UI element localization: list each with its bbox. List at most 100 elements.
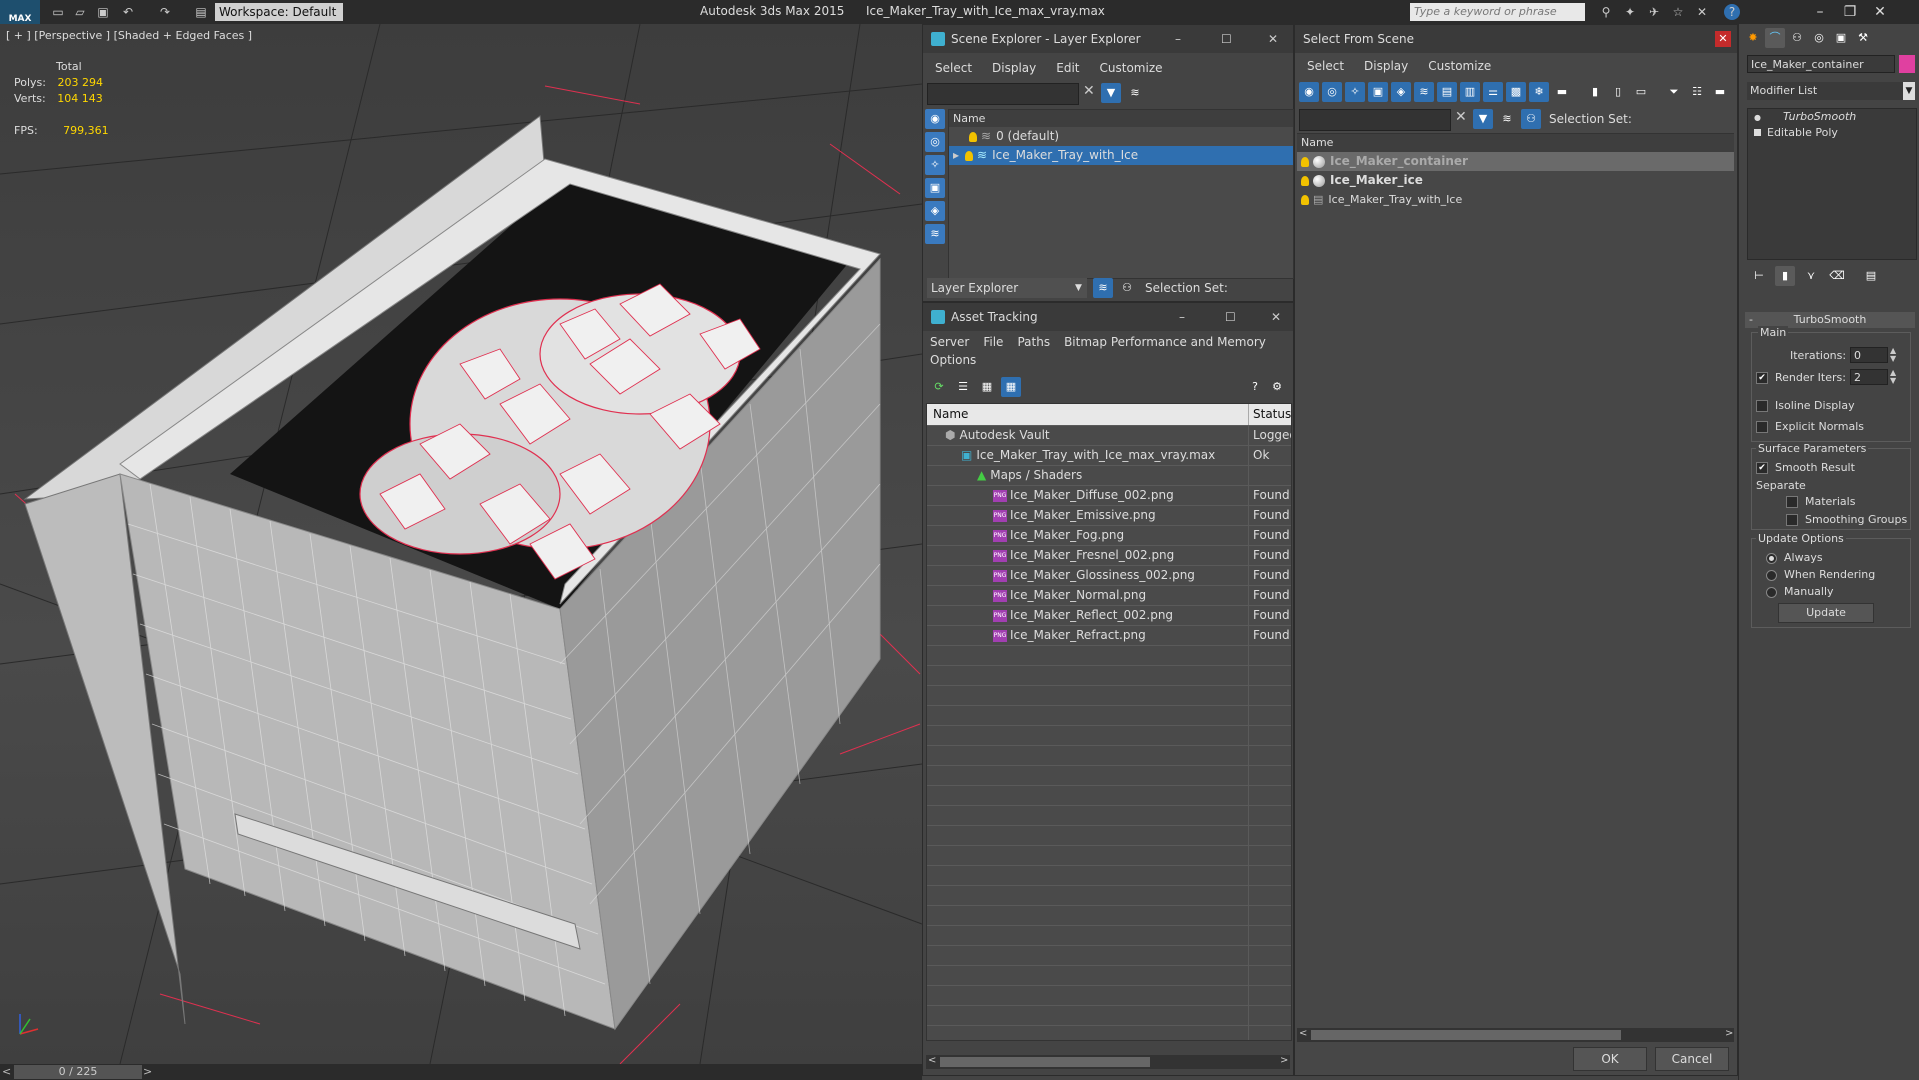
render-iters-checkbox[interactable]: ✔ — [1756, 372, 1768, 384]
select-invert-icon[interactable]: ▭ — [1631, 82, 1651, 102]
clear-search-icon[interactable]: ✕ — [1083, 83, 1095, 99]
scene-search-field[interactable] — [927, 83, 1079, 105]
menu-display[interactable]: Display — [992, 57, 1036, 79]
explorer-type-dropdown[interactable]: Layer Explorer ▼ — [927, 278, 1087, 298]
containers-filter-icon[interactable]: ▩ — [1506, 82, 1526, 102]
maximize-icon[interactable]: ☐ — [1225, 303, 1236, 331]
scene-explorer-titlebar[interactable]: Scene Explorer - Layer Explorer – ☐ ✕ — [923, 25, 1293, 53]
clear-search-icon[interactable]: ✕ — [1455, 109, 1467, 125]
modifier-list-dropdown[interactable]: Modifier List ▼ — [1747, 82, 1915, 100]
col-name-header[interactable]: Name — [927, 407, 968, 421]
project-folder-icon[interactable]: ▤ — [193, 4, 209, 20]
motion-tab-icon[interactable]: ◎ — [1809, 28, 1829, 48]
spinner-arrows-icon[interactable]: ▲ ▼ — [1890, 347, 1896, 363]
display-lights-icon[interactable]: ✧ — [925, 155, 945, 175]
thumbnail-view-icon[interactable]: ▦ — [977, 377, 997, 397]
hierarchy-filter-icon[interactable]: ☷ — [1687, 82, 1707, 102]
display-all-icon[interactable]: ▬ — [1552, 82, 1572, 102]
hierarchy-icon[interactable]: ⚇ — [1117, 278, 1137, 298]
light-bulb-icon[interactable] — [1301, 195, 1309, 205]
scroll-left-icon[interactable]: < — [928, 1055, 936, 1066]
display-tab-icon[interactable]: ▣ — [1831, 28, 1851, 48]
maximize-icon[interactable]: ☐ — [1221, 25, 1232, 53]
table-view-icon[interactable]: ▦ — [1001, 377, 1021, 397]
menu-paths[interactable]: Paths — [1017, 333, 1050, 351]
asset-horizontal-scrollbar[interactable]: < > — [926, 1055, 1290, 1069]
search-input[interactable]: Type a keyword or phrase — [1410, 3, 1585, 21]
communication-icon[interactable]: ✈ — [1646, 4, 1662, 20]
filter-icon[interactable]: ▼ — [1473, 109, 1493, 129]
explicit-normals-checkbox[interactable] — [1756, 421, 1768, 433]
workspace-dropdown[interactable]: Workspace: Default — [215, 3, 343, 21]
object-list-scrollbar[interactable]: < > — [1297, 1028, 1734, 1042]
object-row-tray[interactable]: ▤ Ice_Maker_Tray_with_Ice — [1297, 190, 1734, 209]
isoline-checkbox[interactable] — [1756, 400, 1768, 412]
scroll-right-icon[interactable]: > — [1280, 1055, 1288, 1066]
asset-row[interactable]: PNG Ice_Maker_Refract.png Found — [927, 626, 1291, 646]
help-icon[interactable]: ? — [1724, 4, 1740, 20]
layer-sort-icon[interactable]: ≋ — [1093, 278, 1113, 298]
cancel-button[interactable]: Cancel — [1655, 1047, 1729, 1071]
prev-frame-icon[interactable]: < — [2, 1065, 11, 1078]
asset-row[interactable]: ⬢Autodesk Vault Logged — [927, 426, 1291, 446]
viewport-label[interactable]: [ + ] [Perspective ] [Shaded + Edged Fac… — [6, 29, 252, 42]
asset-row[interactable]: ▣ Ice_Maker_Tray_with_Ice_max_vray.max Ok — [927, 446, 1291, 466]
column-name-header[interactable]: Name — [949, 110, 1293, 127]
find-case-icon[interactable]: ▬ — [1710, 82, 1730, 102]
menu-options[interactable]: Options — [930, 351, 976, 369]
stack-item-editable-poly[interactable]: Editable Poly — [1748, 125, 1916, 141]
save-file-icon[interactable]: ▣ — [95, 4, 111, 20]
menu-display[interactable]: Display — [1364, 55, 1408, 77]
lights-filter-icon[interactable]: ✧ — [1345, 82, 1365, 102]
light-bulb-icon[interactable] — [1301, 156, 1309, 167]
object-list-header[interactable]: Name — [1297, 134, 1734, 152]
pin-stack-icon[interactable]: ⊢ — [1749, 266, 1769, 286]
layer-options-icon[interactable]: ≋ — [1125, 83, 1145, 103]
layer-sort-icon[interactable]: ≋ — [1497, 109, 1517, 129]
object-row-ice[interactable]: Ice_Maker_ice — [1297, 171, 1734, 190]
expand-arrow-icon[interactable]: ▸ — [953, 148, 959, 162]
scroll-thumb[interactable] — [940, 1057, 1150, 1067]
bones-filter-icon[interactable]: ⚌ — [1483, 82, 1503, 102]
xrefs-filter-icon[interactable]: ▥ — [1460, 82, 1480, 102]
menu-server[interactable]: Server — [930, 333, 969, 351]
asset-row[interactable]: PNG Ice_Maker_Glossiness_002.png Found — [927, 566, 1291, 586]
when-rendering-radio[interactable] — [1766, 569, 1777, 581]
display-helpers-icon[interactable]: ◈ — [925, 201, 945, 221]
restore-icon[interactable]: ❐ — [1836, 2, 1864, 22]
binoculars-icon[interactable]: ⚲ — [1598, 4, 1614, 20]
menu-bitmap-performance[interactable]: Bitmap Performance and Memory — [1064, 333, 1266, 351]
select-from-scene-titlebar[interactable]: Select From Scene ✕ — [1295, 25, 1737, 53]
close-icon[interactable]: ✕ — [1268, 25, 1278, 53]
smoothing-groups-checkbox[interactable] — [1786, 514, 1798, 526]
show-end-result-icon[interactable]: ▮ — [1775, 266, 1795, 286]
render-iters-spinner[interactable]: 2 — [1850, 369, 1888, 385]
hierarchy-tab-icon[interactable]: ⚇ — [1787, 28, 1807, 48]
select-all-icon[interactable]: ▮ — [1585, 82, 1605, 102]
close-icon[interactable]: ✕ — [1271, 303, 1281, 331]
menu-select[interactable]: Select — [935, 57, 972, 79]
iterations-spinner[interactable]: 0 — [1850, 347, 1888, 363]
list-view-icon[interactable]: ☰ — [953, 377, 973, 397]
menu-edit[interactable]: Edit — [1056, 57, 1079, 79]
smooth-result-checkbox[interactable]: ✔ — [1756, 462, 1768, 474]
spacewarps-filter-icon[interactable]: ≋ — [1414, 82, 1434, 102]
refresh-icon[interactable]: ⟳ — [929, 377, 949, 397]
perspective-viewport[interactable]: [ + ] [Perspective ] [Shaded + Edged Fac… — [0, 24, 922, 1064]
scroll-left-icon[interactable]: < — [1299, 1028, 1307, 1039]
minimize-icon[interactable]: – — [1806, 2, 1834, 22]
expand-icon[interactable] — [1754, 129, 1761, 136]
menu-select[interactable]: Select — [1307, 55, 1344, 77]
filter-icon[interactable]: ▼ — [1101, 83, 1121, 103]
modify-tab-icon[interactable]: ⌒ — [1765, 28, 1785, 48]
configure-sets-icon[interactable]: ▤ — [1861, 266, 1881, 286]
asset-row[interactable]: PNG Ice_Maker_Reflect_002.png Found — [927, 606, 1291, 626]
minimize-icon[interactable]: – — [1175, 25, 1181, 53]
asset-row[interactable]: PNG Ice_Maker_Emissive.png Found — [927, 506, 1291, 526]
stack-item-turbosmooth[interactable]: ● TurboSmooth — [1748, 109, 1916, 125]
col-status-header[interactable]: Status — [1248, 404, 1291, 425]
redo-icon[interactable]: ↷ — [157, 4, 173, 20]
asset-row[interactable]: ▲ Maps / Shaders — [927, 466, 1291, 486]
frozen-filter-icon[interactable]: ❄ — [1529, 82, 1549, 102]
light-bulb-icon[interactable] — [969, 131, 977, 142]
